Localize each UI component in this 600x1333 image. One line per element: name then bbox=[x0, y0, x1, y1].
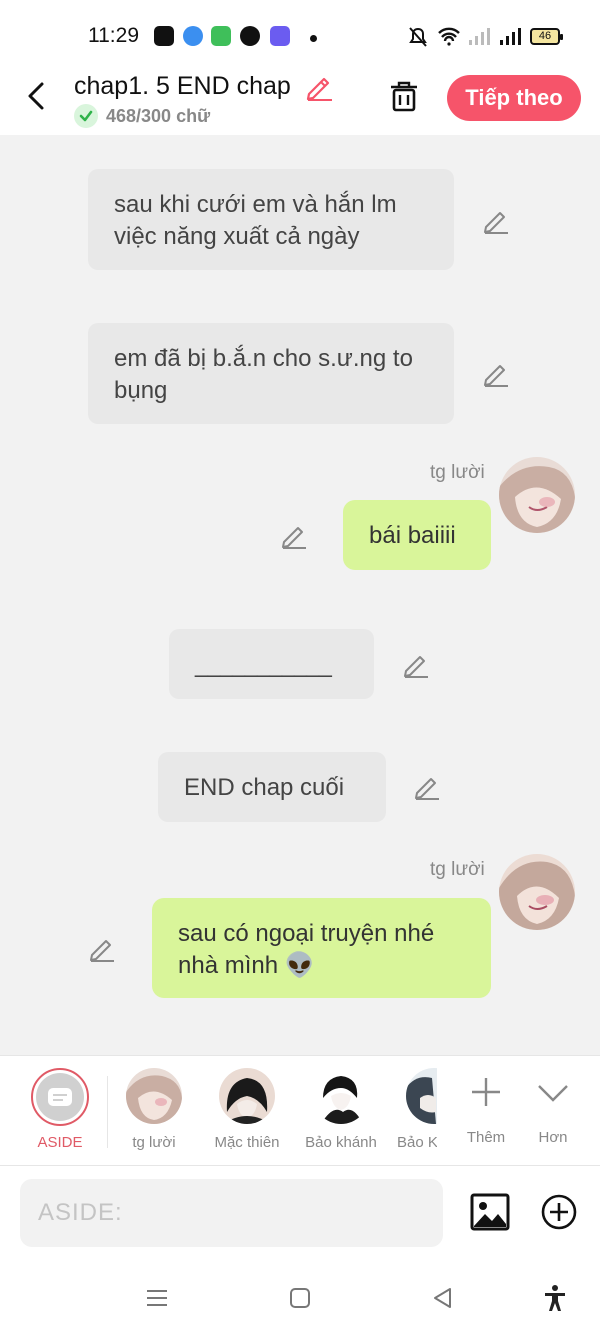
plus-icon bbox=[472, 1078, 500, 1106]
collapse-button[interactable]: Hơn bbox=[530, 1072, 576, 1146]
character-label: Bảo khánh bbox=[305, 1134, 377, 1151]
character-tg-luoi[interactable]: tg lười bbox=[119, 1068, 189, 1151]
back-triangle-icon[interactable] bbox=[428, 1283, 458, 1313]
home-square-icon[interactable] bbox=[285, 1283, 315, 1313]
editor-header: chap1. 5 END chap 468/300 chữ Tiếp theo bbox=[0, 70, 600, 135]
character-bao-k[interactable]: Bảo K bbox=[397, 1068, 437, 1151]
check-icon bbox=[74, 104, 98, 128]
accessibility-icon[interactable] bbox=[540, 1283, 570, 1313]
next-button[interactable]: Tiếp theo bbox=[447, 75, 581, 121]
aside-bubble-icon bbox=[48, 1088, 72, 1106]
delete-button[interactable] bbox=[386, 78, 422, 114]
avatar bbox=[313, 1068, 369, 1124]
character-aside[interactable]: ASIDE bbox=[30, 1068, 90, 1151]
character-label: Mặc thiên bbox=[214, 1134, 280, 1151]
less-label: Hơn bbox=[538, 1129, 568, 1146]
character-label: ASIDE bbox=[37, 1134, 83, 1151]
edit-pencil-icon[interactable] bbox=[402, 651, 430, 679]
character-label: tg lười bbox=[132, 1134, 176, 1151]
character-selector: ASIDE tg lười Mặc thiên Bảo khánh Bảo K … bbox=[0, 1055, 600, 1165]
character-bubble[interactable]: bái baiiii bbox=[343, 500, 491, 570]
character-label: Bảo K bbox=[397, 1134, 437, 1151]
narration-bubble[interactable]: END chap cuối bbox=[158, 752, 386, 822]
notification-dot-icon bbox=[310, 35, 317, 42]
divider bbox=[107, 1076, 108, 1148]
system-nav-bar bbox=[0, 1263, 600, 1333]
signal-icon bbox=[500, 28, 521, 45]
status-bar: 11:29 46 bbox=[0, 0, 600, 70]
character-name: tg lười bbox=[430, 462, 485, 483]
avatar bbox=[219, 1068, 275, 1124]
character-bao-khanh[interactable]: Bảo khánh bbox=[303, 1068, 379, 1151]
app-purple-icon bbox=[270, 26, 290, 46]
edit-pencil-icon[interactable] bbox=[88, 935, 116, 963]
back-button[interactable] bbox=[22, 78, 54, 114]
compose-area bbox=[0, 1165, 600, 1263]
menu-icon[interactable] bbox=[142, 1283, 172, 1313]
more-characters-button[interactable]: Thêm bbox=[460, 1072, 512, 1146]
character-avatar[interactable] bbox=[499, 854, 575, 930]
character-name: tg lười bbox=[430, 859, 485, 880]
signal-off-icon bbox=[469, 28, 490, 45]
add-circle-icon[interactable] bbox=[540, 1193, 578, 1231]
avatar bbox=[126, 1068, 182, 1124]
edit-pencil-icon[interactable] bbox=[482, 360, 510, 388]
chat-area[interactable]: sau khi cưới em và hắn lm việc năng xuất… bbox=[0, 135, 600, 1055]
status-time: 11:29 bbox=[88, 24, 139, 47]
character-mac-thien[interactable]: Mặc thiên bbox=[208, 1068, 286, 1151]
more-label: Thêm bbox=[466, 1129, 506, 1146]
battery-icon: 46 bbox=[530, 28, 563, 45]
facebook-icon bbox=[154, 26, 174, 46]
chapter-title[interactable]: chap1. 5 END chap bbox=[74, 72, 291, 101]
character-bubble[interactable]: sau có ngoại truyện nhé nhà mình 👽 bbox=[152, 898, 491, 998]
narration-bubble[interactable]: em đã bị b.ắ.n cho s.ư.ng to bụng bbox=[88, 323, 454, 424]
edit-title-pencil-icon[interactable] bbox=[304, 72, 334, 102]
narration-bubble[interactable]: ___________ bbox=[169, 629, 374, 699]
wifi-icon bbox=[438, 27, 460, 46]
app-green-icon bbox=[211, 26, 231, 46]
edit-pencil-icon[interactable] bbox=[280, 522, 308, 550]
aside-input[interactable] bbox=[20, 1179, 443, 1247]
edit-pencil-icon[interactable] bbox=[482, 207, 510, 235]
messenger-icon bbox=[183, 26, 203, 46]
word-count: 468/300 chữ bbox=[106, 106, 211, 126]
chevron-down-icon bbox=[538, 1085, 568, 1102]
aside-avatar bbox=[31, 1068, 89, 1126]
edit-pencil-icon[interactable] bbox=[413, 773, 441, 801]
image-picker-icon[interactable] bbox=[470, 1192, 510, 1232]
character-avatar[interactable] bbox=[499, 457, 575, 533]
narration-bubble[interactable]: sau khi cưới em và hắn lm việc năng xuất… bbox=[88, 169, 454, 270]
smiley-icon bbox=[240, 26, 260, 46]
mute-bell-icon bbox=[409, 27, 427, 47]
avatar bbox=[406, 1068, 437, 1124]
